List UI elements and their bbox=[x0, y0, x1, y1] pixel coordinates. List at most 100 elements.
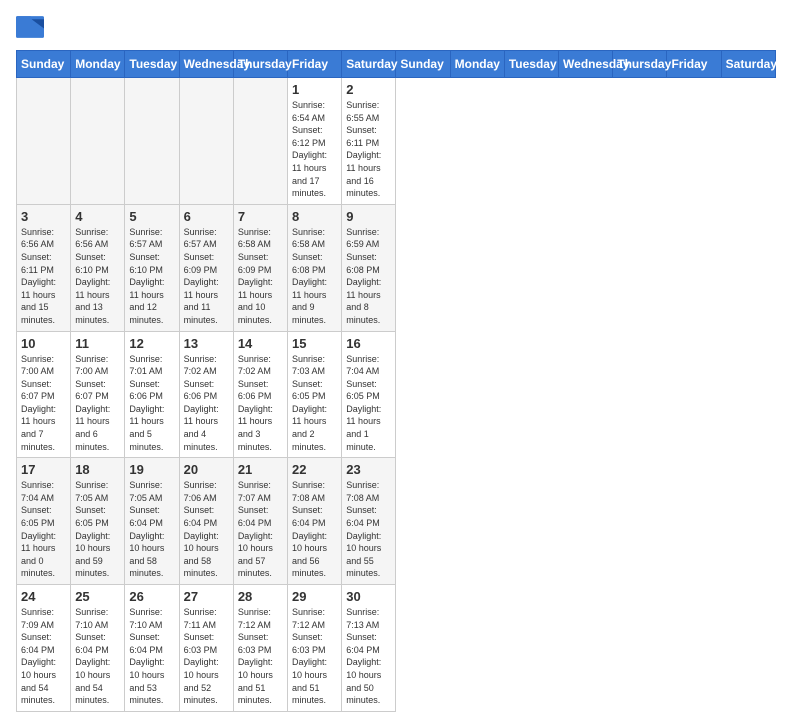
calendar-cell: 11 Sunrise: 7:00 AM Sunset: 6:07 PM Dayli… bbox=[71, 331, 125, 458]
day-info: Sunrise: 7:08 AM Sunset: 6:04 PM Dayligh… bbox=[292, 479, 337, 580]
calendar-cell bbox=[233, 78, 287, 205]
day-info: Sunrise: 6:57 AM Sunset: 6:10 PM Dayligh… bbox=[129, 226, 174, 327]
calendar-cell: 6Sunrise: 6:57 AM Sunset: 6:09 PM Daylig… bbox=[179, 204, 233, 331]
day-number: 2 bbox=[346, 82, 391, 97]
day-info: Sunrise: 7:00 AM Sunset: 6:07 PM Dayligh… bbox=[75, 353, 120, 454]
header-row: SundayMondayTuesdayWednesdayThursdayFrid… bbox=[17, 51, 776, 78]
day-number: 14 bbox=[238, 336, 283, 351]
logo bbox=[16, 16, 48, 38]
calendar-cell: 23Sunrise: 7:08 AM Sunset: 6:04 PM Dayli… bbox=[342, 458, 396, 585]
calendar-cell: 3 Sunrise: 6:56 AM Sunset: 6:11 PM Daylig… bbox=[17, 204, 71, 331]
col-header-sunday: Sunday bbox=[396, 51, 450, 78]
calendar-cell: 15 Sunrise: 7:03 AM Sunset: 6:05 PM Dayli… bbox=[288, 331, 342, 458]
day-info: Sunrise: 7:13 AM Sunset: 6:04 PM Dayligh… bbox=[346, 606, 391, 707]
day-info: Sunrise: 7:02 AM Sunset: 6:06 PM Dayligh… bbox=[238, 353, 283, 454]
day-info: Sunrise: 7:09 AM Sunset: 6:04 PM Dayligh… bbox=[21, 606, 66, 707]
day-info: Sunrise: 7:10 AM Sunset: 6:04 PM Dayligh… bbox=[75, 606, 120, 707]
day-number: 1 bbox=[292, 82, 337, 97]
day-number: 20 bbox=[184, 462, 229, 477]
day-number: 19 bbox=[129, 462, 174, 477]
header-cell-monday: Monday bbox=[71, 51, 125, 78]
day-number: 24 bbox=[21, 589, 66, 604]
day-info: Sunrise: 6:56 AM Sunset: 6:10 PM Dayligh… bbox=[75, 226, 120, 327]
header-cell-wednesday: Wednesday bbox=[179, 51, 233, 78]
day-info: Sunrise: 7:04 AM Sunset: 6:05 PM Dayligh… bbox=[21, 479, 66, 580]
day-info: Sunrise: 7:01 AM Sunset: 6:06 PM Dayligh… bbox=[129, 353, 174, 454]
week-row-1: 1 Sunrise: 6:54 AM Sunset: 6:12 PM Daylig… bbox=[17, 78, 776, 205]
week-row-3: 10Sunrise: 7:00 AM Sunset: 6:07 PM Dayli… bbox=[17, 331, 776, 458]
day-number: 23 bbox=[346, 462, 391, 477]
header-cell-tuesday: Tuesday bbox=[125, 51, 179, 78]
day-info: Sunrise: 7:03 AM Sunset: 6:05 PM Dayligh… bbox=[292, 353, 337, 454]
col-header-wednesday: Wednesday bbox=[559, 51, 613, 78]
day-info: Sunrise: 7:05 AM Sunset: 6:05 PM Dayligh… bbox=[75, 479, 120, 580]
day-info: Sunrise: 6:58 AM Sunset: 6:09 PM Dayligh… bbox=[238, 226, 283, 327]
day-number: 21 bbox=[238, 462, 283, 477]
calendar-table: SundayMondayTuesdayWednesdayThursdayFrid… bbox=[16, 50, 776, 712]
day-info: Sunrise: 6:55 AM Sunset: 6:11 PM Dayligh… bbox=[346, 99, 391, 200]
day-number: 16 bbox=[346, 336, 391, 351]
day-number: 8 bbox=[292, 209, 337, 224]
day-number: 5 bbox=[129, 209, 174, 224]
week-row-2: 3 Sunrise: 6:56 AM Sunset: 6:11 PM Daylig… bbox=[17, 204, 776, 331]
day-info: Sunrise: 7:11 AM Sunset: 6:03 PM Dayligh… bbox=[184, 606, 229, 707]
calendar-cell: 8 Sunrise: 6:58 AM Sunset: 6:08 PM Daylig… bbox=[288, 204, 342, 331]
col-header-tuesday: Tuesday bbox=[504, 51, 558, 78]
day-number: 12 bbox=[129, 336, 174, 351]
day-info: Sunrise: 7:00 AM Sunset: 6:07 PM Dayligh… bbox=[21, 353, 66, 454]
week-row-5: 24 Sunrise: 7:09 AM Sunset: 6:04 PM Dayli… bbox=[17, 585, 776, 712]
calendar-cell: 16 Sunrise: 7:04 AM Sunset: 6:05 PM Dayli… bbox=[342, 331, 396, 458]
day-number: 15 bbox=[292, 336, 337, 351]
calendar-cell: 4 Sunrise: 6:56 AM Sunset: 6:10 PM Daylig… bbox=[71, 204, 125, 331]
header-cell-sunday: Sunday bbox=[17, 51, 71, 78]
day-number: 22 bbox=[292, 462, 337, 477]
calendar-cell: 9Sunrise: 6:59 AM Sunset: 6:08 PM Daylig… bbox=[342, 204, 396, 331]
calendar-cell: 12 Sunrise: 7:01 AM Sunset: 6:06 PM Dayli… bbox=[125, 331, 179, 458]
day-number: 26 bbox=[129, 589, 174, 604]
header-cell-friday: Friday bbox=[288, 51, 342, 78]
calendar-cell: 27 Sunrise: 7:11 AM Sunset: 6:03 PM Dayli… bbox=[179, 585, 233, 712]
header bbox=[16, 16, 776, 38]
calendar-cell bbox=[179, 78, 233, 205]
calendar-cell: 1 Sunrise: 6:54 AM Sunset: 6:12 PM Daylig… bbox=[288, 78, 342, 205]
day-number: 25 bbox=[75, 589, 120, 604]
day-number: 30 bbox=[346, 589, 391, 604]
col-header-friday: Friday bbox=[667, 51, 721, 78]
calendar-cell: 5 Sunrise: 6:57 AM Sunset: 6:10 PM Daylig… bbox=[125, 204, 179, 331]
calendar-cell: 13 Sunrise: 7:02 AM Sunset: 6:06 PM Dayli… bbox=[179, 331, 233, 458]
day-number: 11 bbox=[75, 336, 120, 351]
calendar-cell: 28Sunrise: 7:12 AM Sunset: 6:03 PM Dayli… bbox=[233, 585, 287, 712]
day-number: 13 bbox=[184, 336, 229, 351]
calendar-cell: 22 Sunrise: 7:08 AM Sunset: 6:04 PM Dayli… bbox=[288, 458, 342, 585]
day-number: 18 bbox=[75, 462, 120, 477]
calendar-cell: 21Sunrise: 7:07 AM Sunset: 6:04 PM Dayli… bbox=[233, 458, 287, 585]
day-number: 3 bbox=[21, 209, 66, 224]
day-number: 7 bbox=[238, 209, 283, 224]
calendar-cell bbox=[17, 78, 71, 205]
day-info: Sunrise: 6:58 AM Sunset: 6:08 PM Dayligh… bbox=[292, 226, 337, 327]
day-info: Sunrise: 7:12 AM Sunset: 6:03 PM Dayligh… bbox=[292, 606, 337, 707]
calendar-cell: 20 Sunrise: 7:06 AM Sunset: 6:04 PM Dayli… bbox=[179, 458, 233, 585]
day-number: 27 bbox=[184, 589, 229, 604]
header-cell-thursday: Thursday bbox=[233, 51, 287, 78]
calendar-cell: 29Sunrise: 7:12 AM Sunset: 6:03 PM Dayli… bbox=[288, 585, 342, 712]
calendar-cell: 25 Sunrise: 7:10 AM Sunset: 6:04 PM Dayli… bbox=[71, 585, 125, 712]
day-info: Sunrise: 7:02 AM Sunset: 6:06 PM Dayligh… bbox=[184, 353, 229, 454]
calendar-cell: 14 Sunrise: 7:02 AM Sunset: 6:06 PM Dayli… bbox=[233, 331, 287, 458]
day-info: Sunrise: 7:10 AM Sunset: 6:04 PM Dayligh… bbox=[129, 606, 174, 707]
col-header-thursday: Thursday bbox=[613, 51, 667, 78]
day-number: 6 bbox=[184, 209, 229, 224]
day-info: Sunrise: 7:06 AM Sunset: 6:04 PM Dayligh… bbox=[184, 479, 229, 580]
day-info: Sunrise: 7:05 AM Sunset: 6:04 PM Dayligh… bbox=[129, 479, 174, 580]
day-info: Sunrise: 7:04 AM Sunset: 6:05 PM Dayligh… bbox=[346, 353, 391, 454]
day-info: Sunrise: 6:54 AM Sunset: 6:12 PM Dayligh… bbox=[292, 99, 337, 200]
calendar-cell: 18 Sunrise: 7:05 AM Sunset: 6:05 PM Dayli… bbox=[71, 458, 125, 585]
col-header-monday: Monday bbox=[450, 51, 504, 78]
week-row-4: 17Sunrise: 7:04 AM Sunset: 6:05 PM Dayli… bbox=[17, 458, 776, 585]
calendar-cell: 19 Sunrise: 7:05 AM Sunset: 6:04 PM Dayli… bbox=[125, 458, 179, 585]
day-number: 4 bbox=[75, 209, 120, 224]
calendar-cell: 24 Sunrise: 7:09 AM Sunset: 6:04 PM Dayli… bbox=[17, 585, 71, 712]
day-info: Sunrise: 6:56 AM Sunset: 6:11 PM Dayligh… bbox=[21, 226, 66, 327]
day-number: 28 bbox=[238, 589, 283, 604]
col-header-saturday: Saturday bbox=[721, 51, 775, 78]
